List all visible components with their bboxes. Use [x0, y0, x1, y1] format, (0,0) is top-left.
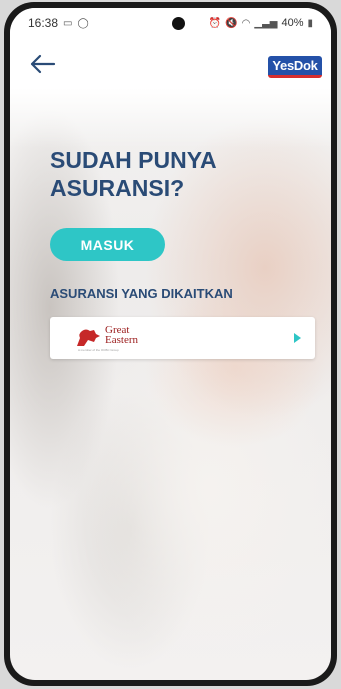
app-screen: 16:38 ▭ ◯ ⏰ 🔇 ◠ ▁▃▅ 40% ▮ YesDok SUDAH P…: [10, 8, 331, 680]
insurer-name: Great Eastern: [105, 325, 138, 346]
insurer-name-line-2: Eastern: [105, 334, 138, 346]
linked-insurance-title: ASURANSI YANG DIKAITKAN: [50, 286, 233, 301]
yesdok-logo: YesDok: [268, 56, 322, 78]
whatsapp-icon: ◯: [77, 17, 89, 29]
insurer-tagline: A member of the OCBC Group: [78, 348, 119, 352]
battery-level: 40%: [281, 17, 304, 29]
back-arrow-icon[interactable]: [28, 52, 56, 76]
login-button[interactable]: MASUK: [50, 228, 165, 261]
insurer-card-great-eastern[interactable]: Great Eastern A member of the OCBC Group: [50, 317, 315, 359]
status-time: 16:38: [28, 16, 59, 30]
wifi-icon: ◠: [241, 17, 251, 29]
phone-frame: 16:38 ▭ ◯ ⏰ 🔇 ◠ ▁▃▅ 40% ▮ YesDok SUDAH P…: [4, 2, 337, 686]
status-right: ⏰ 🔇 ◠ ▁▃▅ 40% ▮: [209, 17, 313, 29]
front-camera: [172, 17, 185, 30]
signal-icon: ▁▃▅: [254, 17, 278, 29]
alarm-icon: ⏰: [208, 17, 222, 29]
status-bar: 16:38 ▭ ◯ ⏰ 🔇 ◠ ▁▃▅ 40% ▮: [10, 8, 331, 38]
header-fade: [10, 88, 331, 148]
mute-icon: 🔇: [225, 17, 238, 29]
status-left: 16:38 ▭ ◯: [28, 16, 89, 30]
page-title: SUDAH PUNYA ASURANSI?: [50, 146, 290, 202]
app-bar: YesDok: [10, 38, 331, 88]
great-eastern-logo: Great Eastern A member of the OCBC Group: [74, 324, 164, 352]
notification-icon: ▭: [63, 17, 73, 29]
page-title-line-2: ASURANSI?: [50, 175, 185, 201]
play-arrow-icon[interactable]: [294, 333, 301, 343]
battery-icon: ▮: [307, 17, 313, 29]
page-title-line-1: SUDAH PUNYA: [50, 147, 217, 173]
lion-icon: [77, 329, 100, 346]
